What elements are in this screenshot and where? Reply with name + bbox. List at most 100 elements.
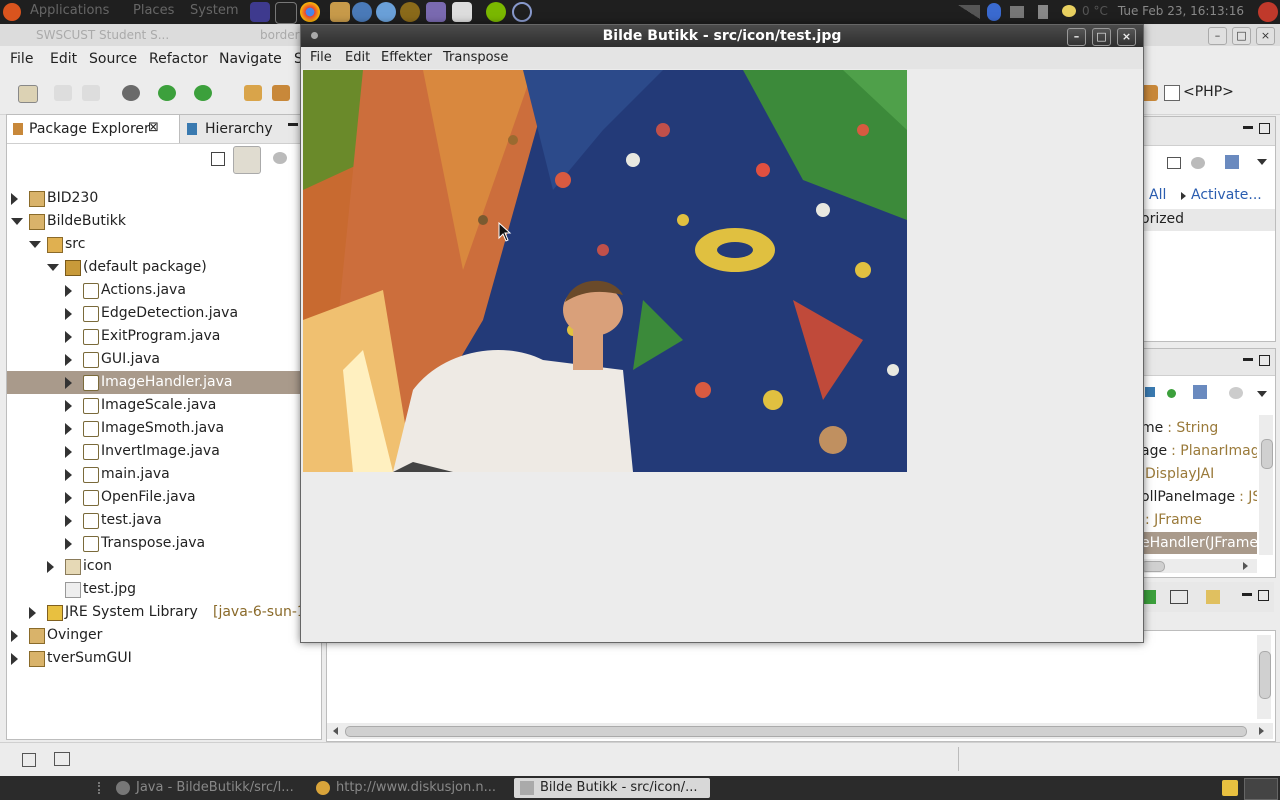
tree-item[interactable]: ImageSmoth.java xyxy=(7,417,321,440)
collapse-arrow-icon[interactable] xyxy=(11,218,23,225)
task-filter-icon[interactable] xyxy=(1167,157,1181,169)
eclipse-launcher-icon[interactable] xyxy=(250,2,270,22)
eclipse-minimize-button[interactable]: – xyxy=(1208,27,1227,45)
bb-minimize-button[interactable]: – xyxy=(1067,28,1086,46)
view-minimize-icon[interactable] xyxy=(288,123,298,126)
view-maximize-icon[interactable] xyxy=(1258,590,1269,601)
task-all-link[interactable]: All xyxy=(1149,187,1166,203)
outline-vscroll[interactable] xyxy=(1259,415,1273,555)
outline-item[interactable]: : JFrame xyxy=(1141,509,1257,531)
files-launcher-icon[interactable] xyxy=(330,2,350,22)
new-package-icon[interactable] xyxy=(272,85,290,101)
pidgin-launcher-icon[interactable] xyxy=(426,2,446,22)
php-perspective-button[interactable]: <PHP> xyxy=(1183,84,1234,100)
console-scroll-thumb[interactable] xyxy=(1259,651,1271,699)
tree-item[interactable]: icon xyxy=(7,555,321,578)
outline-item[interactable]: ollPaneImage: JS xyxy=(1141,486,1257,508)
ubuntu-logo-icon[interactable] xyxy=(3,3,21,21)
eclipse-maximize-button[interactable]: □ xyxy=(1232,27,1251,45)
eclipse-close-button[interactable]: × xyxy=(1256,27,1275,45)
tab-hierarchy[interactable]: Hierarchy xyxy=(183,115,279,143)
menu-file[interactable]: File xyxy=(10,51,33,67)
tree-item[interactable]: Actions.java xyxy=(7,279,321,302)
trash-icon[interactable] xyxy=(1222,780,1238,796)
expand-arrow-icon[interactable] xyxy=(65,515,72,527)
tree-item[interactable]: Ovinger xyxy=(7,624,321,647)
weather-icon[interactable] xyxy=(1062,5,1076,17)
expand-arrow-icon[interactable] xyxy=(65,308,72,320)
outline-hscroll-thumb[interactable] xyxy=(1141,561,1165,572)
spotify-launcher-icon[interactable] xyxy=(486,2,506,22)
expand-arrow-icon[interactable] xyxy=(11,630,18,642)
task-view-menu-icon[interactable] xyxy=(1257,159,1267,165)
wow-launcher-icon[interactable] xyxy=(400,2,420,22)
console-hscroll-thumb[interactable] xyxy=(345,726,1247,737)
bluetooth-icon[interactable] xyxy=(987,3,1001,21)
tree-item[interactable]: ImageScale.java xyxy=(7,394,321,417)
weather-temperature[interactable]: 0 °C xyxy=(1082,4,1108,18)
task-sync-icon[interactable] xyxy=(1225,155,1239,169)
messenger-launcher-icon[interactable] xyxy=(376,2,396,22)
task-browser[interactable]: http://www.diskusjon.n... xyxy=(316,778,506,798)
expand-arrow-icon[interactable] xyxy=(65,538,72,550)
tree-item[interactable]: ExitProgram.java xyxy=(7,325,321,348)
view-minimize-icon[interactable] xyxy=(1242,593,1252,596)
sync-launcher-icon[interactable] xyxy=(512,2,532,22)
places-menu[interactable]: Places xyxy=(133,3,174,18)
expand-arrow-icon[interactable] xyxy=(65,423,72,435)
menu-navigate[interactable]: Navigate xyxy=(219,51,282,67)
menu-edit[interactable]: Edit xyxy=(50,51,77,67)
outline-item[interactable]: age: PlanarImage xyxy=(1141,440,1257,462)
terminal-launcher-icon[interactable] xyxy=(275,2,297,24)
console-vscroll[interactable] xyxy=(1257,635,1271,719)
expand-arrow-icon[interactable] xyxy=(65,469,72,481)
outline-hscroll[interactable] xyxy=(1141,559,1257,573)
tree-item[interactable]: test.jpg xyxy=(7,578,321,601)
console-hscroll[interactable] xyxy=(327,723,1273,739)
fast-view-icon[interactable] xyxy=(22,753,36,767)
outline-view-menu-icon[interactable] xyxy=(1257,391,1267,397)
expand-arrow-icon[interactable] xyxy=(65,354,72,366)
bb-menu-transpose[interactable]: Transpose xyxy=(443,50,508,65)
tree-item[interactable]: InvertImage.java xyxy=(7,440,321,463)
new-icon[interactable] xyxy=(18,85,38,103)
display-console-icon[interactable] xyxy=(1170,590,1188,604)
power-icon[interactable] xyxy=(1258,2,1278,22)
outline-item[interactable]: DisplayJAI xyxy=(1141,463,1257,485)
clock[interactable]: Tue Feb 23, 16:13:16 xyxy=(1118,4,1244,18)
close-tab-icon[interactable]: ⊠ xyxy=(148,120,159,135)
expand-arrow-icon[interactable] xyxy=(11,193,18,205)
tree-item[interactable]: GUI.java xyxy=(7,348,321,371)
pin-console-icon[interactable] xyxy=(1142,590,1156,604)
applications-menu[interactable]: Applications xyxy=(30,3,109,18)
task-bilde-butikk[interactable]: Bilde Butikk - src/icon/... xyxy=(514,778,710,798)
tree-item[interactable]: main.java xyxy=(7,463,321,486)
tree-item[interactable]: OpenFile.java xyxy=(7,486,321,509)
view-minimize-icon[interactable] xyxy=(1243,126,1253,129)
outline-scroll-thumb[interactable] xyxy=(1261,439,1273,469)
tree-item[interactable]: (default package) xyxy=(7,256,321,279)
tree-item[interactable]: tverSumGUI xyxy=(7,647,321,670)
tree-item[interactable]: EdgeDetection.java xyxy=(7,302,321,325)
outline-options-icon[interactable] xyxy=(1229,387,1243,399)
network-launcher-icon[interactable] xyxy=(352,2,372,22)
expand-arrow-icon[interactable] xyxy=(65,400,72,412)
run-icon[interactable] xyxy=(158,85,176,101)
collapse-arrow-icon[interactable] xyxy=(47,264,59,271)
expand-arrow-icon[interactable] xyxy=(65,285,72,297)
tex-launcher-icon[interactable] xyxy=(452,2,472,22)
expand-arrow-icon[interactable] xyxy=(65,446,72,458)
link-with-editor-icon[interactable] xyxy=(233,146,261,174)
outline-item[interactable]: me: String xyxy=(1141,417,1257,439)
volume-icon[interactable] xyxy=(1010,6,1024,18)
bb-menu-edit[interactable]: Edit xyxy=(345,50,370,65)
task-group-icon[interactable] xyxy=(1191,157,1205,169)
menu-refactor[interactable]: Refactor xyxy=(149,51,208,67)
php-perspective-icon[interactable] xyxy=(1164,85,1180,101)
tab-package-explorer[interactable]: Package Explorer ⊠ xyxy=(7,115,180,143)
hide-static-icon[interactable] xyxy=(1167,389,1176,398)
tree-item[interactable]: src xyxy=(7,233,321,256)
tree-item[interactable]: BildeButikk xyxy=(7,210,321,233)
expand-arrow-icon[interactable] xyxy=(65,377,72,389)
scroll-right-icon[interactable] xyxy=(1259,727,1264,735)
